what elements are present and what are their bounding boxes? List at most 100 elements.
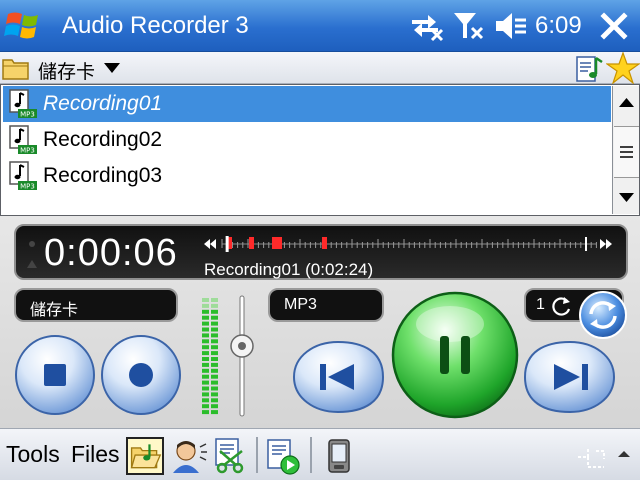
rewind-icon bbox=[204, 239, 216, 249]
speaker-muted-icon[interactable] bbox=[494, 10, 528, 42]
folder-icon[interactable] bbox=[2, 55, 30, 81]
level-led bbox=[211, 380, 218, 385]
level-led bbox=[202, 333, 209, 338]
level-led bbox=[211, 404, 218, 409]
level-led bbox=[202, 374, 209, 379]
title-bar: Audio Recorder 3 6:09 bbox=[0, 0, 640, 52]
level-led bbox=[202, 410, 209, 415]
clock: 6:09 bbox=[535, 12, 582, 39]
volume-slider[interactable] bbox=[228, 294, 256, 418]
level-led bbox=[211, 309, 218, 314]
level-led bbox=[211, 327, 218, 332]
level-led bbox=[211, 392, 218, 397]
level-led bbox=[202, 398, 209, 403]
level-led bbox=[211, 351, 218, 356]
level-led bbox=[202, 345, 209, 350]
list-item[interactable]: MP3 Recording01 bbox=[3, 86, 611, 122]
file-badge: MP3 bbox=[20, 183, 35, 191]
elapsed-time: 0:00:06 bbox=[44, 232, 178, 274]
file-badge: MP3 bbox=[20, 147, 35, 155]
level-led bbox=[211, 374, 218, 379]
level-led bbox=[202, 392, 209, 397]
level-led bbox=[211, 298, 218, 302]
scroll-thumb[interactable] bbox=[614, 126, 639, 178]
level-led bbox=[202, 321, 209, 326]
level-led bbox=[211, 333, 218, 338]
level-led bbox=[211, 303, 218, 308]
next-track-icon[interactable] bbox=[522, 338, 618, 416]
doc-music-icon[interactable] bbox=[574, 54, 604, 84]
level-led bbox=[211, 315, 218, 320]
level-led bbox=[211, 368, 218, 373]
tools-menu[interactable]: Tools bbox=[6, 441, 60, 468]
level-led bbox=[211, 386, 218, 391]
playlist-play-icon[interactable] bbox=[264, 437, 302, 475]
folder-bar: 儲存卡 bbox=[0, 52, 640, 84]
fast-forward-icon bbox=[600, 239, 612, 249]
level-led bbox=[202, 368, 209, 373]
open-folder-icon[interactable] bbox=[126, 437, 164, 475]
level-led bbox=[202, 298, 209, 302]
cut-edit-icon[interactable] bbox=[212, 437, 250, 475]
pause-button-icon[interactable] bbox=[390, 290, 520, 420]
level-led bbox=[211, 321, 218, 326]
speaker-person-icon[interactable] bbox=[170, 437, 208, 475]
scroll-down-icon[interactable] bbox=[614, 180, 639, 214]
toolbar-separator bbox=[256, 437, 258, 473]
keyboard-input-icon[interactable] bbox=[574, 443, 634, 471]
track-info: Recording01 (0:02:24) bbox=[204, 260, 374, 279]
record-button-icon[interactable] bbox=[100, 334, 182, 416]
format-selector[interactable]: MP3 bbox=[268, 288, 384, 322]
repeat-count: 1 bbox=[536, 296, 545, 313]
level-led bbox=[202, 339, 209, 344]
repeat-icon bbox=[552, 297, 571, 316]
files-menu[interactable]: Files bbox=[71, 441, 120, 468]
stop-button-icon[interactable] bbox=[14, 334, 96, 416]
storage-selector[interactable]: 儲存卡 bbox=[14, 288, 178, 322]
list-item[interactable]: MP3 Recording02 bbox=[3, 122, 611, 158]
star-icon[interactable] bbox=[606, 52, 640, 84]
device-icon[interactable] bbox=[320, 437, 358, 475]
level-led bbox=[211, 410, 218, 415]
seek-bar[interactable] bbox=[202, 234, 614, 254]
sync-button-icon[interactable] bbox=[578, 290, 628, 340]
mp3-file-icon: MP3 bbox=[9, 89, 37, 119]
level-led bbox=[202, 362, 209, 367]
scroll-up-icon[interactable] bbox=[614, 86, 639, 120]
lcd-indicator-icon bbox=[27, 241, 37, 268]
level-led bbox=[202, 309, 209, 314]
level-led bbox=[202, 404, 209, 409]
level-led bbox=[202, 357, 209, 361]
recording-list: MP3 Recording01 MP3 Recording02 MP3 Reco… bbox=[0, 84, 640, 216]
level-led bbox=[211, 398, 218, 403]
list-item-label: Recording03 bbox=[43, 164, 163, 187]
level-led bbox=[202, 327, 209, 332]
list-item-label: Recording01 bbox=[43, 92, 163, 115]
list-scrollbar[interactable] bbox=[612, 86, 639, 214]
level-led bbox=[202, 351, 209, 356]
level-led bbox=[202, 386, 209, 391]
grip-icon bbox=[620, 146, 633, 158]
level-led bbox=[211, 362, 218, 367]
marker bbox=[322, 237, 327, 249]
player-panel: 0:00:06 Recording01 (0:02:24) 儲存卡 MP3 1 bbox=[0, 216, 640, 428]
caret-down-icon[interactable] bbox=[104, 63, 120, 73]
app-title: Audio Recorder 3 bbox=[62, 12, 249, 39]
previous-track-icon[interactable] bbox=[290, 338, 386, 416]
list-item-label: Recording02 bbox=[43, 128, 163, 151]
level-meter bbox=[202, 298, 218, 415]
menu-bar: Tools Files bbox=[0, 428, 640, 480]
folder-selector[interactable]: 儲存卡 bbox=[38, 57, 95, 84]
lcd-display: 0:00:06 Recording01 (0:02:24) bbox=[14, 224, 628, 280]
level-led bbox=[202, 315, 209, 320]
signal-off-icon[interactable] bbox=[452, 10, 486, 42]
marker bbox=[272, 237, 282, 249]
marker bbox=[249, 237, 254, 249]
sync-disconnected-icon[interactable] bbox=[410, 10, 444, 42]
close-icon[interactable] bbox=[596, 8, 632, 44]
level-led bbox=[202, 380, 209, 385]
toolbar-separator bbox=[310, 437, 312, 473]
file-badge: MP3 bbox=[20, 111, 35, 119]
start-menu-icon[interactable] bbox=[4, 8, 44, 44]
list-item[interactable]: MP3 Recording03 bbox=[3, 158, 611, 194]
